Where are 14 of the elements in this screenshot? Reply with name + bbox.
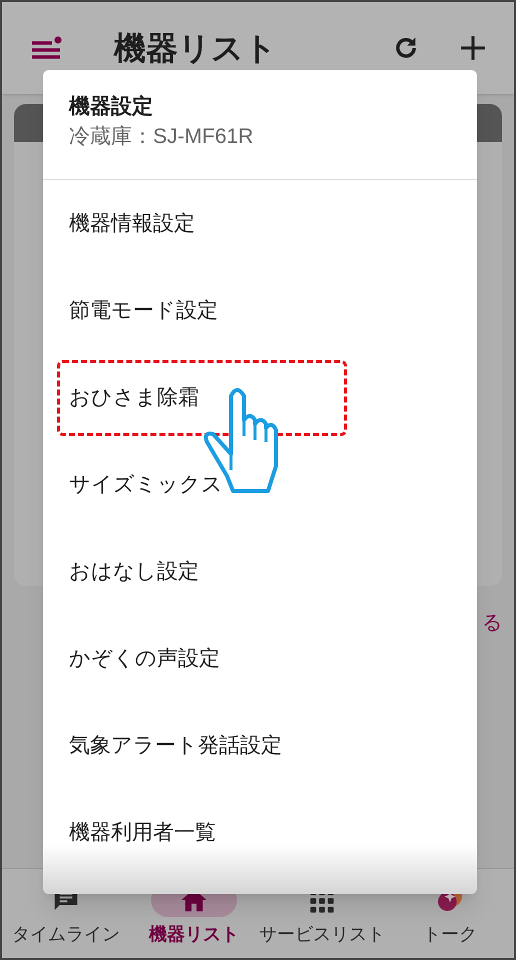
menu-item[interactable]: おひさま除霜	[69, 382, 199, 414]
menu-item[interactable]: かぞくの声設定	[69, 642, 220, 674]
page-title: 機器リスト	[114, 29, 277, 68]
menu-subtitle: 冷蔵庫：SJ-MF61R	[69, 124, 254, 150]
menu-item[interactable]: 気象アラート発話設定	[69, 730, 282, 762]
link-text[interactable]: る	[482, 608, 502, 638]
menu-title: 機器設定	[69, 94, 154, 120]
menu-item[interactable]: 機器利用者一覧	[69, 816, 216, 848]
add-icon[interactable]	[460, 35, 486, 61]
menu-item[interactable]: サイズミックス	[69, 468, 223, 500]
menu-item[interactable]: 節電モード設定	[69, 294, 218, 326]
menu-icon[interactable]	[30, 35, 64, 61]
menu-item[interactable]: 機器情報設定	[69, 208, 195, 240]
menu-item[interactable]: おはなし設定	[69, 556, 199, 588]
